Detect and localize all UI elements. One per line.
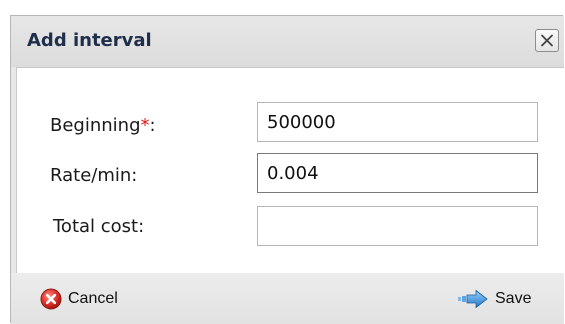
beginning-label-colon: : [149,115,156,136]
beginning-label-text: Beginning [50,115,141,136]
required-marker: * [140,115,150,136]
beginning-label: Beginning*: [50,115,156,136]
dialog-footer: Cancel Save [11,273,564,324]
rate-per-min-input[interactable] [257,153,538,193]
close-icon [541,34,553,47]
dialog-title: Add interval [27,30,152,51]
cancel-icon [40,288,62,310]
arrow-right-icon [458,289,488,309]
rate-per-min-label: Rate/min: [50,165,138,186]
save-label: Save [495,290,532,307]
beginning-input[interactable] [257,102,538,142]
close-button[interactable] [535,29,559,52]
add-interval-dialog: Add interval Beginning*: Rate/min: Total… [10,15,564,324]
total-cost-label: Total cost: [53,216,145,237]
dialog-titlebar[interactable]: Add interval [11,16,564,67]
cancel-label: Cancel [68,290,118,307]
cancel-button[interactable]: Cancel [40,286,118,312]
dialog-body: Beginning*: Rate/min: Total cost: [16,67,564,273]
save-button[interactable]: Save [457,286,531,312]
total-cost-input[interactable] [257,206,538,246]
